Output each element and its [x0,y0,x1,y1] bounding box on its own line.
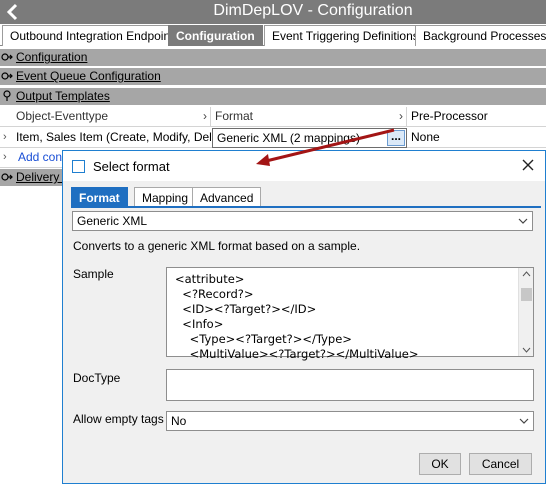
sample-code: <attribute> <?Record?> <ID><?Target?></I… [175,272,418,362]
column-label: Pre-Processor [411,109,488,123]
expand-icon[interactable] [1,171,13,183]
sample-line: <?Record?> [175,287,254,301]
window-title: DimDepLOV - Configuration [213,2,413,19]
column-label: Format [215,109,254,123]
format-select-value: Generic XML [77,214,148,228]
column-label: Object-Eventtype [16,109,109,123]
tab-event-triggering-definitions[interactable]: Event Triggering Definitions [264,25,427,46]
format-edit-cell[interactable]: Generic XML (2 mappings) ... [212,128,407,148]
sample-line: <MultiValue><?Target?></MultiValue> [175,347,419,361]
section-label: Output Templates [16,89,110,103]
dialog-title: Select format [93,159,170,174]
sample-line: <Info> [175,317,224,331]
window-icon [72,160,85,173]
row-indicator-icon: › [3,151,7,163]
scrollbar-thumb[interactable] [521,288,532,301]
doctype-field[interactable] [166,369,534,401]
column-header-object-eventtype[interactable]: Object-Eventtype › [12,107,211,127]
allow-empty-tags-value: No [171,414,187,428]
column-header-pre-processor[interactable]: Pre-Processor [407,107,546,127]
sample-label: Sample [73,267,114,281]
cancel-button[interactable]: Cancel [469,453,532,475]
sample-textarea[interactable]: <attribute> <?Record?> <ID><?Target?></I… [166,267,534,361]
column-header-format[interactable]: Format › [211,107,407,127]
allow-empty-tags-label: Allow empty tags [73,412,164,426]
tab-outbound-integration-endpoint[interactable]: Outbound Integration Endpoint [2,25,182,46]
section-configuration[interactable]: Configuration [0,49,546,66]
allow-empty-tags-select[interactable]: No [166,411,534,431]
ok-button[interactable]: OK [419,453,461,475]
tab-strip: Outbound Integration Endpoint Configurat… [0,24,546,46]
app-title-bar: DimDepLOV - Configuration [0,0,546,24]
dialog-title-bar: Select format [63,151,545,181]
doctype-label: DocType [73,371,121,385]
table-row[interactable]: › Item, Sales Item (Create, Modify, Del.… [0,128,546,148]
row-indicator-icon: › [3,131,7,143]
select-format-dialog: Select format Format Mapping Advanced Ge… [62,150,546,484]
section-label: Event Queue Configuration [16,69,161,83]
sample-scrollbar[interactable] [518,268,533,356]
add-content-link[interactable]: Add cont [14,148,64,168]
sample-line: <Type><?Target?></Type> [175,332,352,346]
expand-icon[interactable] [1,70,13,82]
expand-icon[interactable] [1,51,13,63]
grid-header: Object-Eventtype › Format › Pre-Processor [0,107,546,127]
tab-mapping[interactable]: Mapping [134,187,197,207]
close-icon[interactable] [519,156,537,174]
tab-advanced[interactable]: Advanced [192,187,262,207]
tab-configuration[interactable]: Configuration [168,25,263,46]
scroll-down-icon[interactable] [522,347,531,353]
sample-line: <ID><?Target?></ID> [175,302,317,316]
tab-format[interactable]: Format [71,187,128,207]
section-event-queue[interactable]: Event Queue Configuration [0,68,546,85]
tab-underline [71,206,541,208]
sample-line: <attribute> [175,272,245,286]
format-value: Generic XML (2 mappings) [217,131,360,145]
format-description: Converts to a generic XML format based o… [73,239,361,253]
section-output-templates[interactable]: Output Templates [0,88,546,105]
chevron-down-icon [518,218,528,224]
cell-pre-processor[interactable]: None [407,128,546,148]
cell-object-eventtype[interactable]: Item, Sales Item (Create, Modify, Del... [12,128,211,148]
chevron-down-icon [519,418,529,424]
browse-format-button[interactable]: ... [387,130,405,146]
scroll-up-icon[interactable] [522,271,531,277]
format-select[interactable]: Generic XML [72,211,533,231]
chevron-right-icon: › [399,109,403,123]
collapse-icon[interactable] [1,90,13,102]
section-label: Configuration [16,50,88,64]
chevron-right-icon: › [203,109,207,123]
tab-background-processes[interactable]: Background Processes [415,25,546,46]
